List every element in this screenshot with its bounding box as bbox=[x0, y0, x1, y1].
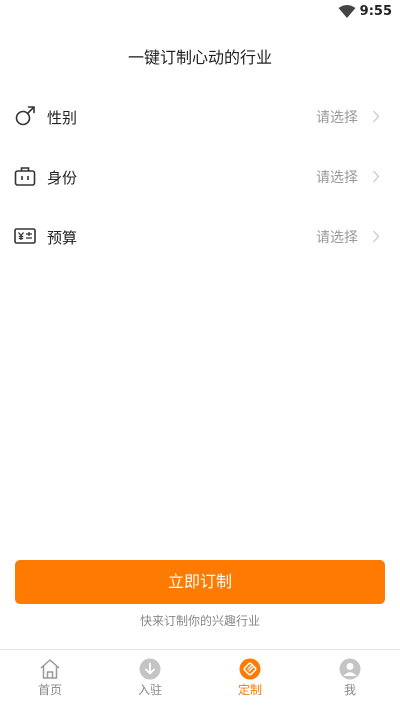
identity-value: 请选择 bbox=[316, 170, 358, 186]
download-circle-icon bbox=[139, 658, 161, 680]
submit-button[interactable]: 立即订制 bbox=[15, 560, 385, 604]
tab-me[interactable]: 我 bbox=[300, 650, 400, 710]
status-bar: 9:55 bbox=[0, 0, 400, 24]
chevron-right-icon bbox=[373, 170, 380, 183]
page-title: 一键订制心动的行业 bbox=[127, 48, 272, 67]
tab-join[interactable]: 入驻 bbox=[100, 650, 200, 710]
gender-row[interactable]: 性别 请选择 bbox=[0, 96, 400, 136]
tab-custom[interactable]: 定制 bbox=[200, 650, 300, 710]
tab-custom-label: 定制 bbox=[237, 683, 262, 697]
budget-row[interactable]: 预算 请选择 bbox=[0, 216, 400, 256]
money-icon bbox=[14, 228, 36, 244]
user-icon bbox=[339, 658, 361, 680]
custom-tag-icon bbox=[239, 658, 261, 680]
hint-text: 快来订制你的兴趣行业 bbox=[139, 614, 260, 628]
tab-me-label: 我 bbox=[343, 683, 356, 697]
tab-home[interactable]: 首页 bbox=[0, 650, 100, 710]
gender-value: 请选择 bbox=[316, 110, 358, 126]
budget-label: 预算 bbox=[47, 229, 78, 247]
tab-join-label: 入驻 bbox=[137, 683, 162, 697]
tab-home-label: 首页 bbox=[37, 683, 62, 697]
tab-bar: 首页 入驻 定制 我 bbox=[0, 649, 400, 710]
chevron-right-icon bbox=[373, 230, 380, 243]
home-icon bbox=[40, 659, 60, 679]
status-time: 9:55 bbox=[359, 4, 392, 19]
gender-label: 性别 bbox=[47, 109, 78, 127]
gender-male-icon bbox=[15, 106, 35, 126]
briefcase-icon bbox=[14, 167, 36, 186]
identity-row[interactable]: 身份 请选择 bbox=[0, 156, 400, 196]
chevron-right-icon bbox=[373, 110, 380, 123]
budget-value: 请选择 bbox=[316, 230, 358, 246]
identity-label: 身份 bbox=[47, 169, 78, 187]
wifi-icon bbox=[338, 5, 356, 18]
